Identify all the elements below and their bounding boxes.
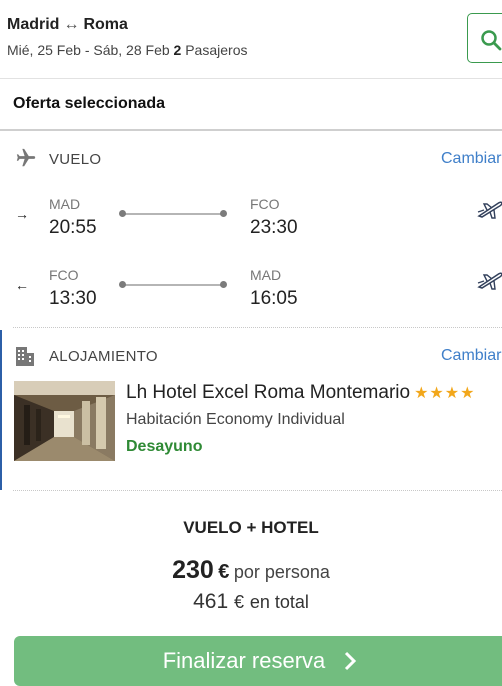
building-icon bbox=[16, 347, 34, 366]
destination-city: Roma bbox=[83, 16, 128, 33]
timeline-dot bbox=[220, 281, 227, 288]
airline-logo-icon bbox=[477, 272, 502, 290]
return-origin-code: FCO bbox=[49, 267, 79, 283]
change-flight-link[interactable]: Cambiar bbox=[441, 150, 501, 168]
airplane-icon bbox=[16, 148, 36, 167]
round-trip-arrow: ↔ bbox=[63, 16, 80, 33]
hotel-section-accent bbox=[0, 330, 2, 490]
section-divider bbox=[13, 490, 502, 491]
trip-dates: Mié, 25 Feb - Sáb, 28 Feb bbox=[7, 42, 170, 58]
route: Madrid ↔ Roma bbox=[7, 16, 128, 34]
finalize-booking-button[interactable]: Finalizar reserva bbox=[14, 636, 502, 686]
timeline-dot bbox=[119, 281, 126, 288]
hotel-name-text: Lh Hotel Excel Roma Montemario bbox=[126, 382, 411, 403]
outbound-destination-code: FCO bbox=[250, 196, 280, 212]
section-divider bbox=[13, 327, 502, 328]
outbound-departure-time: 20:55 bbox=[49, 217, 97, 238]
flight-section-label: VUELO bbox=[49, 151, 102, 168]
outbound-arrival-time: 23:30 bbox=[250, 217, 298, 238]
return-direction-icon: ← bbox=[15, 277, 29, 293]
outbound-timeline bbox=[123, 213, 224, 215]
outbound-direction-icon: → bbox=[15, 206, 29, 222]
price-currency: € bbox=[218, 561, 230, 583]
price-per-person: 230 € por persona bbox=[0, 556, 502, 585]
total-price: 461 € en total bbox=[0, 590, 502, 614]
hotel-photo[interactable] bbox=[14, 381, 115, 461]
per-person-label: por persona bbox=[233, 562, 330, 582]
hotel-name[interactable]: Lh Hotel Excel Roma Montemario ★★★★ bbox=[126, 382, 475, 404]
passenger-count: 2 bbox=[173, 42, 182, 58]
chevron-right-icon bbox=[344, 651, 357, 671]
price-amount: 230 bbox=[172, 556, 214, 584]
timeline-dot bbox=[220, 210, 227, 217]
search-button[interactable] bbox=[467, 13, 502, 63]
offer-divider bbox=[0, 129, 502, 131]
offer-title: Oferta seleccionada bbox=[13, 95, 166, 112]
outbound-origin-code: MAD bbox=[49, 196, 81, 212]
search-summary-header: Madrid ↔ Roma Mié, 25 Feb - Sáb, 28 Feb 2 … bbox=[0, 0, 502, 79]
hotel-section-label: ALOJAMIENTO bbox=[49, 348, 158, 365]
passengers-label: Pasajeros bbox=[185, 42, 248, 58]
return-timeline bbox=[123, 284, 224, 286]
total-currency: € bbox=[233, 592, 244, 612]
return-arrival-time: 16:05 bbox=[250, 288, 298, 309]
meal-plan: Desayuno bbox=[126, 438, 203, 455]
total-amount: 461 bbox=[193, 590, 229, 613]
change-hotel-link[interactable]: Cambiar bbox=[441, 347, 501, 365]
origin-city: Madrid bbox=[7, 16, 60, 33]
total-label: en total bbox=[249, 592, 309, 612]
airline-logo-icon bbox=[477, 201, 502, 219]
return-departure-time: 13:30 bbox=[49, 288, 97, 309]
search-icon bbox=[481, 30, 502, 51]
room-type: Habitación Economy Individual bbox=[126, 411, 345, 428]
package-label: VUELO + HOTEL bbox=[183, 518, 319, 537]
timeline-dot bbox=[119, 210, 126, 217]
return-destination-code: MAD bbox=[250, 267, 282, 283]
star-rating: ★★★★ bbox=[414, 385, 476, 402]
trip-details: Mié, 25 Feb - Sáb, 28 Feb 2 Pasajeros bbox=[7, 42, 247, 58]
